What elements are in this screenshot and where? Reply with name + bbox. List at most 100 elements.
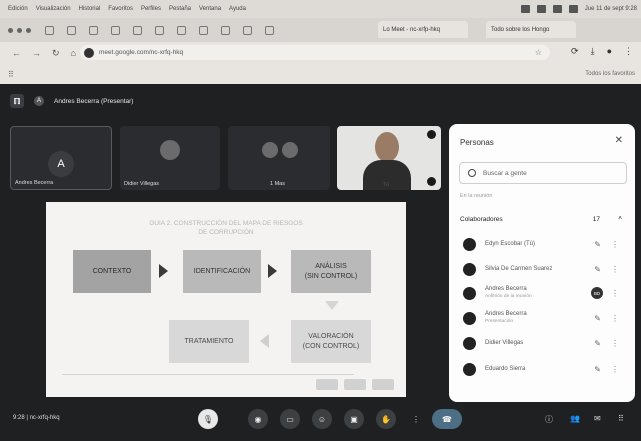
- captions-button[interactable]: ▭: [280, 409, 300, 429]
- pinned-tab-icon[interactable]: [221, 25, 230, 35]
- tile-menu-icon[interactable]: [427, 130, 436, 139]
- wifi-icon[interactable]: [568, 5, 578, 13]
- nav-buttons: ← → ↻ ⌂: [12, 48, 76, 59]
- camera-button[interactable]: ◉: [248, 409, 268, 429]
- more-options-button[interactable]: ⋮: [406, 409, 426, 429]
- pinned-tab-icon[interactable]: [133, 25, 142, 35]
- participant-name: Silvia De Carmen Suarez: [485, 265, 553, 272]
- participant-avatar: [463, 311, 476, 325]
- tab-hongo[interactable]: Todo sobre los Hongo: [486, 21, 576, 38]
- more-options-icon[interactable]: ⋮: [611, 339, 619, 348]
- pinned-tab-icon[interactable]: [67, 25, 76, 35]
- mic-off-icon[interactable]: ✎: [594, 365, 601, 374]
- pinned-tab-icon[interactable]: [199, 25, 208, 35]
- chevron-up-icon[interactable]: ˄: [618, 215, 622, 222]
- box-identificacion: IDENTIFICACIÓN: [183, 250, 261, 293]
- menu-item-perfiles[interactable]: Perfiles: [141, 6, 161, 12]
- people-icon[interactable]: 👥: [570, 414, 580, 423]
- clock[interactable]: Jue 11 de sept 9:28: [585, 6, 637, 12]
- participant-row[interactable]: Eduardo Sierra ✎ ⋮: [463, 358, 623, 380]
- pinned-tab-icon[interactable]: [265, 25, 274, 35]
- profile-icon[interactable]: ●: [607, 46, 612, 57]
- tab-meet[interactable]: Lo Meet - nc-xrfp-hkq: [378, 21, 468, 38]
- participant-tile[interactable]: A Andres Becerra: [10, 126, 112, 190]
- participant-role: Anfitrión de la reunión: [485, 294, 532, 299]
- shared-presentation: GUIA 2. CONSTRUCCIÓN DEL MAPA DE RIESGOS…: [46, 202, 406, 397]
- url-text[interactable]: meet.google.com/nc-xrfq-hkq: [99, 49, 183, 56]
- participant-row[interactable]: Edyn Escobar (Tú) ✎ ⋮: [463, 233, 623, 255]
- home-icon[interactable]: ⌂: [71, 48, 76, 59]
- mic-off-icon[interactable]: ✎: [594, 339, 601, 348]
- more-options-icon[interactable]: ⋮: [611, 265, 619, 274]
- participant-tile[interactable]: Didier Villegas: [120, 126, 220, 190]
- download-icon[interactable]: ⤓: [591, 46, 595, 57]
- pinned-tab-icon[interactable]: [177, 25, 186, 35]
- menu-extras: Jue 11 de sept 9:28: [520, 0, 637, 18]
- menu-item-ayuda[interactable]: Ayuda: [229, 6, 246, 12]
- menu-item-historial[interactable]: Historial: [79, 6, 101, 12]
- chat-icon[interactable]: ✉: [594, 414, 601, 423]
- reload-icon[interactable]: ↻: [52, 48, 60, 59]
- mic-off-icon[interactable]: ✎: [594, 265, 601, 274]
- more-options-icon[interactable]: ⋮: [611, 289, 619, 298]
- people-search-input[interactable]: Buscar a gente: [459, 162, 627, 184]
- forward-icon[interactable]: →: [32, 48, 41, 59]
- mic-off-button[interactable]: 🎙: [198, 409, 218, 429]
- all-bookmarks[interactable]: Todos los favoritos: [585, 71, 635, 77]
- arrow-left-icon: [260, 334, 269, 348]
- address-bar[interactable]: meet.google.com/nc-xrfq-hkq ☆: [80, 45, 550, 60]
- participant-row[interactable]: Andres Becerra Presentación ✎ ⋮: [463, 307, 623, 329]
- raise-hand-button[interactable]: ✋: [376, 409, 396, 429]
- site-icon: [84, 47, 94, 58]
- menu-item-pestana[interactable]: Pestaña: [169, 6, 191, 12]
- pinned-tab-icon[interactable]: [111, 25, 120, 35]
- leave-call-button[interactable]: ☎: [432, 409, 462, 429]
- close-window-icon[interactable]: [8, 27, 13, 33]
- more-options-icon[interactable]: ⋮: [611, 314, 619, 323]
- section-label: En la reunión: [460, 193, 493, 199]
- emoji-button[interactable]: ☺: [312, 409, 332, 429]
- participant-row[interactable]: Silvia De Carmen Suarez ✎ ⋮: [463, 258, 623, 280]
- participant-tile[interactable]: 1 Mas: [228, 126, 330, 190]
- mic-off-icon[interactable]: ✎: [594, 314, 601, 323]
- bookmark-star-icon[interactable]: ☆: [535, 48, 542, 57]
- pinned-tab-icon[interactable]: [89, 25, 98, 35]
- browser-menu-icon[interactable]: ⋮: [624, 46, 633, 57]
- address-toolbar: ← → ↻ ⌂ meet.google.com/nc-xrfq-hkq ☆ ⟳ …: [0, 42, 641, 64]
- participant-row[interactable]: Andres Becerra Anfitrión de la reunión BD…: [463, 282, 623, 304]
- minimize-window-icon[interactable]: [17, 27, 22, 33]
- group-header[interactable]: Colaboradores 17 ˄: [460, 215, 624, 223]
- menu-item-favoritos[interactable]: Favoritos: [108, 6, 133, 12]
- extensions-icon[interactable]: ⟳: [571, 46, 579, 57]
- self-camera-person: [375, 132, 399, 162]
- menu-item-visualizacion[interactable]: Visualización: [36, 6, 71, 12]
- browser-tab-strip: Lo Meet - nc-xrfp-hkq Todo sobre los Hon…: [0, 18, 641, 42]
- group-label: Colaboradores: [460, 216, 503, 223]
- tray-icon[interactable]: [520, 5, 530, 13]
- close-icon[interactable]: ✕: [615, 135, 623, 146]
- tab-label: Lo Meet - nc-xrfp-hkq: [383, 26, 441, 33]
- present-button[interactable]: ▣: [344, 409, 364, 429]
- menu-item-ventana[interactable]: Ventana: [199, 6, 221, 12]
- tray-icon[interactable]: [536, 5, 546, 13]
- presenter-avatar: A: [34, 96, 44, 106]
- pinned-tab-icon[interactable]: [45, 25, 54, 35]
- participant-name: Tú: [383, 182, 389, 188]
- more-options-icon[interactable]: ⋮: [611, 365, 619, 374]
- activities-icon[interactable]: ⠿: [618, 414, 624, 423]
- mic-off-icon[interactable]: ✎: [594, 240, 601, 249]
- zoom-window-icon[interactable]: [26, 27, 31, 33]
- pinned-tab-icon[interactable]: [155, 25, 164, 35]
- slide-logos: [316, 376, 396, 392]
- more-options-icon[interactable]: ⋮: [611, 240, 619, 249]
- participant-avatar: [463, 336, 476, 350]
- menu-item-edicion[interactable]: Edición: [8, 6, 28, 12]
- pinned-tab-icon[interactable]: [243, 25, 252, 35]
- apps-grid-icon[interactable]: ⠿: [8, 70, 14, 79]
- participant-row[interactable]: Didier Villegas ✎ ⋮: [463, 332, 623, 354]
- meet-logo-icon: ℿ: [10, 94, 24, 108]
- info-icon[interactable]: ⓘ: [545, 414, 553, 425]
- back-icon[interactable]: ←: [12, 48, 21, 59]
- tray-icon[interactable]: [552, 5, 562, 13]
- self-camera-tile[interactable]: Tú: [337, 126, 441, 190]
